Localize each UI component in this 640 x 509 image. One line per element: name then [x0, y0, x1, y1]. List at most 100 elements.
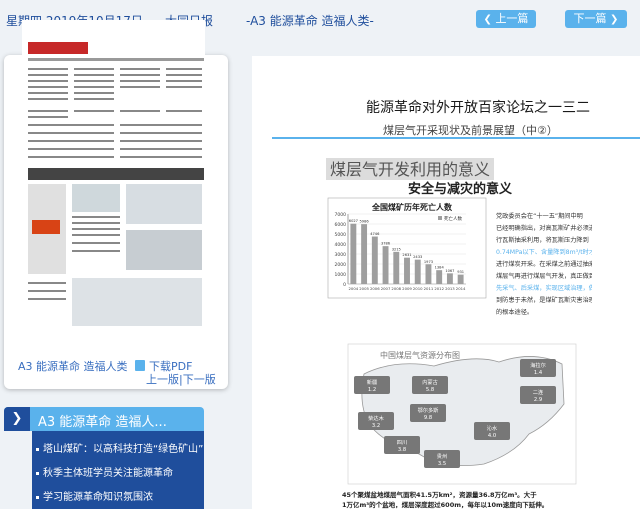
page-title: -A3 能源革命 造福人类- [246, 14, 374, 28]
data-label: 3215 [392, 247, 401, 251]
chevron-left-icon: ❮ [483, 14, 492, 25]
chart-bar [404, 257, 410, 284]
body-text-line: 已经明确指出，对高瓦斯矿井必须进 [496, 224, 592, 232]
list-item[interactable]: 学习能源革命知识氛围浓 [36, 488, 153, 503]
y-tick-label: 3000 [335, 252, 347, 258]
data-label: 1067 [445, 269, 454, 273]
map-region-value: 4.0 [488, 433, 496, 439]
map-region-value: 5.8 [426, 387, 434, 393]
map-region-name: 鄂尔多斯 [418, 406, 439, 414]
data-label: 5986 [360, 220, 370, 224]
body-text-line: 行瓦斯抽采利用，将瓦斯压力降到 [496, 236, 589, 244]
legend-label: 死亡人数 [444, 215, 462, 222]
map-region-value: 9.8 [424, 415, 432, 421]
list-item-label: 秋季主体班学员关注能源革命 [43, 468, 173, 479]
x-tick-label: 2011 [424, 286, 434, 291]
map-region-name: 四川 [397, 439, 407, 446]
map-region-value: 3.2 [372, 423, 380, 429]
pdf-file-icon [135, 360, 145, 371]
article-title: 能源革命对外开放百家论坛之一三二 [366, 100, 590, 116]
x-tick-label: 2008 [391, 286, 401, 291]
list-item[interactable]: 塔山煤矿：以高科技打造“绿色矿山” [36, 440, 203, 455]
data-label: 4746 [370, 232, 380, 236]
article-subtitle: 煤层气开采现状及前景展望（中②） [383, 124, 558, 137]
map-caption-line2: 1万亿m³的个盆地，煤层深度超过600m，每年以10m速度向下延伸。 [342, 500, 548, 509]
prev-article-label: 上一篇 [495, 12, 529, 25]
x-tick-label: 2010 [413, 286, 423, 291]
chart-bar [436, 270, 443, 284]
x-tick-label: 2007 [381, 286, 391, 291]
map-title: 中国煤层气资源分布图 [380, 350, 460, 360]
article-image[interactable]: 煤层气开发利用的意义 安全与减灾的意义 全国煤矿历年死亡人数 0 1000 2000… [324, 154, 592, 509]
map-region-value: 1.2 [368, 387, 376, 393]
headline-secondary: 安全与减灾的意义 [408, 181, 513, 197]
bullet-icon [36, 471, 39, 475]
map-region-value: 1.4 [534, 370, 543, 376]
chart-bar [457, 274, 464, 284]
y-tick-label: 6000 [335, 222, 347, 228]
map-region-name: 海拉尔 [530, 361, 546, 369]
next-page-link[interactable]: 下一版 [183, 373, 216, 386]
map-region-value: 3.5 [438, 461, 446, 467]
data-label: 1973 [424, 260, 433, 264]
body-text-line: 0.74MPa以下、含量降到8m³/t时才可 [496, 248, 592, 256]
next-article-button[interactable]: 下一篇 ❯ [565, 10, 627, 28]
x-tick-label: 2014 [456, 286, 466, 291]
x-tick-label: 2004 [349, 286, 359, 291]
data-label: 2433 [413, 255, 422, 259]
map-region-name: 柴达木 [368, 414, 384, 422]
chart-bar [382, 246, 389, 284]
map-region-name: 内蒙古 [422, 378, 438, 386]
data-label: 931 [457, 270, 464, 274]
y-tick-label: 7000 [335, 212, 347, 218]
x-tick-label: 2013 [445, 286, 455, 291]
prev-page-link[interactable]: 上一版 [146, 373, 179, 386]
headline-primary: 煤层气开发利用的意义 [330, 160, 490, 179]
body-text-line: 进行煤炭开采。在采煤之前通过抽采 [496, 260, 592, 268]
chart-bar [446, 273, 453, 284]
y-tick-label: 4000 [335, 242, 347, 248]
page-nav-links: 上一版|下一版 [146, 371, 216, 387]
section-title[interactable]: A3 能源革命 造福人... [38, 411, 167, 430]
title-divider [272, 137, 640, 139]
data-label: 2631 [402, 253, 411, 257]
list-item-label: 学习能源革命知识氛围浓 [43, 492, 153, 503]
x-tick-label: 2012 [434, 286, 444, 291]
data-label: 3786 [381, 242, 391, 246]
data-label: 1384 [435, 266, 445, 270]
map-region-value: 2.9 [534, 397, 542, 403]
chart-bar [393, 251, 400, 284]
x-tick-label: 2009 [402, 286, 412, 291]
list-item-label: 塔山煤矿：以高科技打造“绿色矿山” [43, 444, 204, 455]
map-region-name: 二连 [533, 388, 544, 396]
bullet-icon [36, 447, 39, 451]
y-tick-label: 5000 [335, 232, 347, 238]
map-region-name: 沁水 [487, 424, 498, 432]
legend-swatch [438, 216, 442, 220]
map-region-name: 贵州 [437, 452, 447, 460]
next-article-label: 下一篇 [573, 12, 607, 25]
chart-bar [361, 224, 368, 284]
body-text-line: 煤层气再进行煤层气开发，真正做到 [496, 272, 592, 280]
chart-bar [414, 259, 421, 284]
y-tick-label: 0 [343, 282, 346, 288]
y-tick-label: 1000 [335, 272, 347, 278]
body-text-line: 先采气、后采煤，实现区域治理，做 [496, 284, 592, 292]
map-caption-line1: 45个聚煤盆地煤层气面积41.5万km²，资源量36.8万亿m³。大于 [342, 490, 537, 499]
chevron-right-icon: ❯ [4, 407, 30, 431]
page-thumbnail-image[interactable] [22, 20, 205, 338]
chart-title: 全国煤矿历年死亡人数 [371, 202, 453, 212]
prev-article-button[interactable]: ❮ 上一篇 [476, 10, 536, 28]
y-tick-label: 2000 [335, 262, 347, 268]
data-label: 6027 [349, 219, 358, 223]
chart-bar [350, 223, 357, 284]
list-item[interactable]: 秋季主体班学员关注能源革命 [36, 464, 173, 479]
thumbnail-caption[interactable]: A3 能源革命 造福人类 [18, 358, 128, 374]
bullet-icon [36, 495, 39, 499]
body-text-line: 到防患于未然，是煤矿瓦斯灾害治理 [496, 296, 592, 304]
chevron-right-icon: ❯ [610, 14, 619, 25]
x-tick-label: 2005 [359, 286, 369, 291]
chart-bar [371, 236, 378, 284]
chart-bar [425, 264, 432, 284]
body-text-line: 党政委员会在“十一五”期间中明 [496, 212, 583, 220]
